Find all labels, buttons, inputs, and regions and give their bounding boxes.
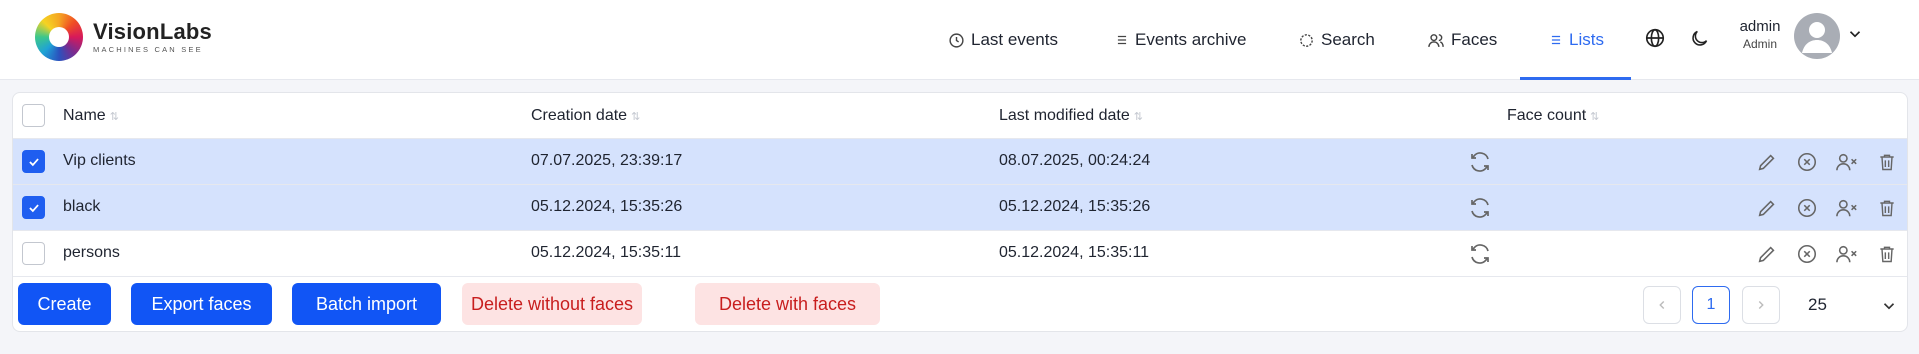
row-modified: 05.12.2024, 15:35:11 [999, 244, 1150, 261]
brand-logo[interactable]: VisionLabs MACHINES CAN SEE [35, 13, 212, 61]
list-icon [1115, 33, 1129, 47]
page-number-button[interactable]: 1 [1692, 286, 1730, 324]
clear-icon[interactable] [1795, 196, 1819, 220]
nav-last-events[interactable]: Last events [948, 0, 1058, 80]
user-role: Admin [1742, 37, 1777, 51]
clear-icon[interactable] [1795, 150, 1819, 174]
active-tab-indicator [1520, 77, 1631, 80]
nav-label: Search [1321, 30, 1375, 49]
lists-panel: Name ⇅ Creation date ⇅ Last modified date ⇅… [12, 92, 1908, 332]
users-icon [1427, 32, 1445, 49]
delete-icon[interactable] [1875, 150, 1899, 174]
export-faces-button[interactable]: Export faces [131, 283, 272, 325]
table-row[interactable]: Vip clients 07.07.2025, 23:39:17 08.07.2… [13, 139, 1907, 185]
column-last-modified-date[interactable]: Last modified date ⇅ [999, 107, 1143, 125]
row-checkbox[interactable] [22, 242, 45, 265]
clock-icon [948, 32, 965, 49]
next-page-button[interactable] [1742, 286, 1780, 324]
edit-icon[interactable] [1755, 242, 1779, 266]
table-row[interactable]: black 05.12.2024, 15:35:26 05.12.2024, 1… [13, 185, 1907, 231]
page-size-select[interactable]: 25 [1808, 295, 1827, 315]
nav-search[interactable]: Search [1298, 0, 1375, 80]
delete-icon[interactable] [1875, 242, 1899, 266]
nav-faces[interactable]: Faces [1427, 0, 1497, 80]
row-checkbox[interactable] [22, 196, 45, 219]
row-name[interactable]: black [63, 198, 100, 216]
row-created: 07.07.2025, 23:39:17 [531, 152, 683, 169]
user-name: admin [1739, 18, 1781, 35]
logo-mark-icon [35, 13, 83, 61]
sort-icon: ⇅ [1590, 110, 1600, 123]
edit-icon[interactable] [1755, 150, 1779, 174]
chevron-down-icon[interactable] [1846, 25, 1864, 48]
column-face-count[interactable]: Face count ⇅ [1507, 107, 1599, 125]
top-header: VisionLabs MACHINES CAN SEE Last events … [0, 0, 1919, 80]
refresh-icon[interactable] [1468, 196, 1492, 220]
refresh-icon[interactable] [1468, 150, 1492, 174]
edit-icon[interactable] [1755, 196, 1779, 220]
sort-icon: ⇅ [1133, 110, 1143, 123]
row-name[interactable]: Vip clients [63, 152, 136, 170]
remove-user-icon[interactable] [1835, 242, 1859, 266]
delete-with-faces-button[interactable]: Delete with faces [695, 283, 880, 325]
nav-label: Events archive [1135, 30, 1247, 49]
brand-name: VisionLabs [93, 19, 212, 44]
delete-icon[interactable] [1875, 196, 1899, 220]
nav-label: Last events [971, 30, 1058, 49]
sort-icon: ⇅ [631, 110, 641, 123]
delete-without-faces-button[interactable]: Delete without faces [462, 283, 642, 325]
nav-label: Lists [1569, 30, 1604, 49]
table-header: Name ⇅ Creation date ⇅ Last modified date ⇅… [13, 93, 1907, 139]
column-creation-date[interactable]: Creation date ⇅ [531, 107, 640, 125]
table-row[interactable]: persons 05.12.2024, 15:35:11 05.12.2024,… [13, 231, 1907, 277]
sort-icon: ⇅ [109, 110, 119, 123]
user-info[interactable]: admin Admin [1730, 18, 1790, 51]
refresh-icon[interactable] [1468, 242, 1492, 266]
moon-icon[interactable] [1685, 24, 1713, 52]
remove-user-icon[interactable] [1835, 196, 1859, 220]
nav-events-archive[interactable]: Events archive [1115, 0, 1247, 80]
chevron-right-icon [1758, 301, 1764, 309]
select-all-checkbox[interactable] [22, 104, 45, 127]
chevron-left-icon [1659, 301, 1665, 309]
target-icon [1298, 32, 1315, 49]
row-modified: 05.12.2024, 15:35:26 [999, 198, 1151, 215]
create-button[interactable]: Create [18, 283, 111, 325]
chevron-down-icon[interactable] [1880, 297, 1898, 320]
brand-tagline: MACHINES CAN SEE [93, 45, 203, 54]
row-created: 05.12.2024, 15:35:26 [531, 198, 683, 215]
avatar[interactable] [1794, 13, 1840, 59]
prev-page-button[interactable] [1643, 286, 1681, 324]
nav-lists[interactable]: Lists [1549, 0, 1604, 80]
row-created: 05.12.2024, 15:35:11 [531, 244, 682, 261]
row-name[interactable]: persons [63, 244, 120, 262]
row-checkbox[interactable] [22, 150, 45, 173]
remove-user-icon[interactable] [1835, 150, 1859, 174]
clear-icon[interactable] [1795, 242, 1819, 266]
column-name[interactable]: Name ⇅ [63, 107, 119, 125]
list-icon [1549, 33, 1563, 47]
row-modified: 08.07.2025, 00:24:24 [999, 152, 1151, 169]
globe-icon[interactable] [1641, 24, 1669, 52]
batch-import-button[interactable]: Batch import [292, 283, 441, 325]
nav-label: Faces [1451, 30, 1498, 49]
